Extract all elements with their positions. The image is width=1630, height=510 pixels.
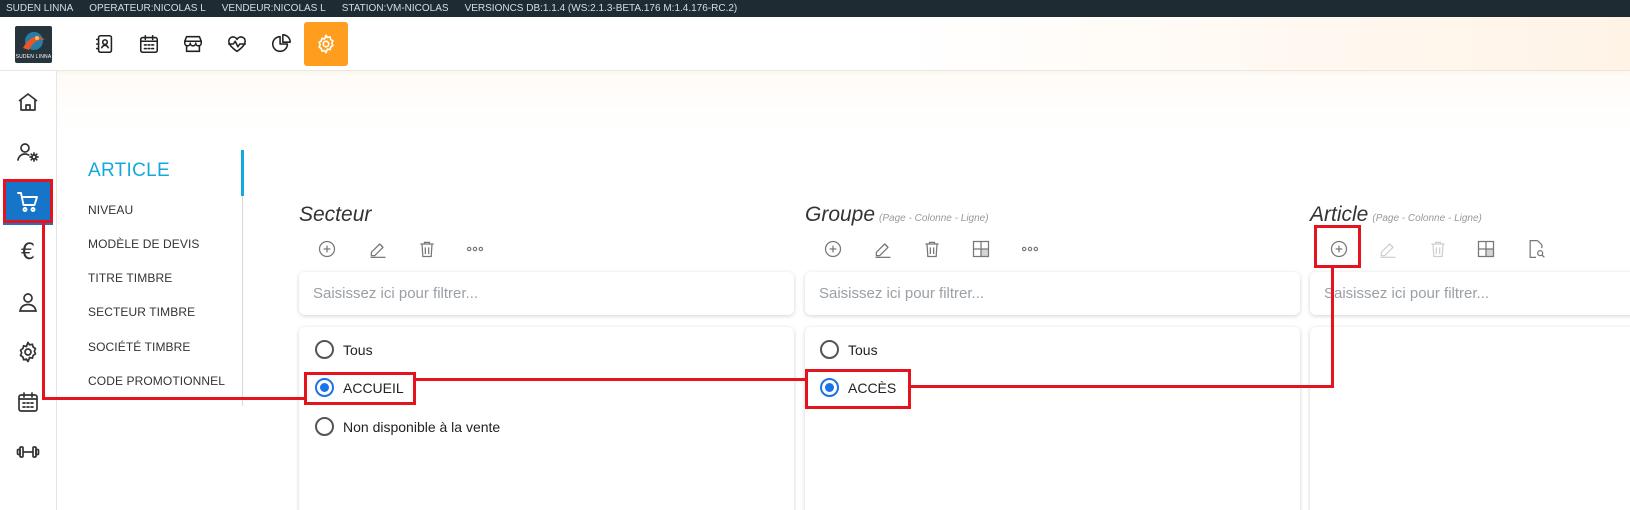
radio-button-checked[interactable] bbox=[315, 378, 334, 397]
groupe-subtitle: (Page - Colonne - Ligne) bbox=[879, 213, 989, 224]
secteur-edit-icon[interactable] bbox=[366, 237, 390, 261]
groupe-filter-placeholder: Saisissez ici pour filtrer... bbox=[819, 285, 985, 302]
status-versions: VERSIONCS DB:1.1.4 (WS:2.1.3-BETA.176 M:… bbox=[464, 3, 738, 14]
status-bar: SUDEN LINNA OPERATEUR:NICOLAS L VENDEUR:… bbox=[0, 0, 1630, 17]
article-filter-placeholder: Saisissez ici pour filtrer... bbox=[1324, 285, 1490, 302]
option-label: Tous bbox=[343, 341, 373, 358]
secteur-more-icon[interactable] bbox=[463, 237, 487, 261]
store-icon[interactable] bbox=[171, 22, 215, 66]
groupe-filter-input[interactable]: Saisissez ici pour filtrer... bbox=[805, 272, 1300, 315]
sidebar: € bbox=[0, 71, 57, 510]
cart-icon[interactable] bbox=[3, 179, 53, 225]
groupe-option-tous[interactable]: Tous bbox=[820, 340, 878, 359]
secteur-option-non-disponible[interactable]: Non disponible à la vente bbox=[315, 417, 500, 436]
article-title: Article bbox=[1310, 203, 1369, 226]
article-delete-icon[interactable] bbox=[1426, 237, 1450, 261]
status-seller: VENDEUR:NICOLAS L bbox=[221, 3, 326, 14]
submenu-item-titre-timbre[interactable]: TITRE TIMBRE bbox=[88, 271, 172, 285]
logo-text: SUDEN LINNA bbox=[15, 54, 52, 60]
user-icon[interactable] bbox=[3, 279, 53, 325]
option-label: Tous bbox=[848, 341, 878, 358]
article-layout-icon[interactable] bbox=[1474, 237, 1498, 261]
groupe-delete-icon[interactable] bbox=[920, 237, 944, 261]
article-list bbox=[1310, 327, 1630, 510]
groupe-title: Groupe bbox=[805, 203, 876, 226]
user-settings-icon[interactable] bbox=[3, 129, 53, 175]
secteur-add-icon[interactable] bbox=[315, 237, 339, 261]
article-filter-input[interactable]: Saisissez ici pour filtrer... bbox=[1310, 272, 1630, 315]
radio-button-checked[interactable] bbox=[820, 378, 839, 397]
euro-icon[interactable]: € bbox=[3, 229, 53, 275]
status-site: SUDEN LINNA bbox=[6, 3, 74, 14]
secteur-panel-title: Secteur bbox=[299, 203, 371, 227]
submenu-item-modele-de-devis[interactable]: MODÈLE DE DEVIS bbox=[88, 237, 200, 251]
groupe-list bbox=[805, 327, 1300, 510]
secteur-filter-placeholder: Saisissez ici pour filtrer... bbox=[313, 285, 479, 302]
submenu-item-societe-timbre[interactable]: SOCIÉTÉ TIMBRE bbox=[88, 340, 191, 354]
secteur-option-accueil[interactable]: ACCUEIL bbox=[315, 378, 404, 397]
contacts-book-icon[interactable] bbox=[83, 22, 127, 66]
top-toolbar: SUDEN LINNA bbox=[0, 17, 1630, 71]
submenu-title[interactable]: ARTICLE bbox=[88, 160, 170, 182]
submenu-item-secteur-timbre[interactable]: SECTEUR TIMBRE bbox=[88, 305, 195, 319]
pie-chart-icon[interactable] bbox=[259, 22, 303, 66]
status-operator: OPERATEUR:NICOLAS L bbox=[89, 3, 206, 14]
calendar-icon[interactable] bbox=[127, 22, 171, 66]
annotation-connector bbox=[42, 397, 304, 400]
euro-glyph: € bbox=[21, 239, 35, 265]
article-panel-title: Article (Page - Colonne - Ligne) bbox=[1310, 203, 1482, 227]
option-label: Non disponible à la vente bbox=[343, 418, 501, 435]
home-icon[interactable] bbox=[3, 79, 53, 125]
app-logo[interactable]: SUDEN LINNA bbox=[15, 26, 52, 63]
groupe-option-acces[interactable]: ACCÈS bbox=[820, 378, 896, 397]
option-label: ACCÈS bbox=[848, 379, 897, 396]
groupe-add-icon[interactable] bbox=[821, 237, 845, 261]
article-add-icon[interactable] bbox=[1327, 237, 1351, 261]
page-header-glow bbox=[57, 71, 1630, 131]
radio-button[interactable] bbox=[315, 340, 334, 359]
secteur-option-tous[interactable]: Tous bbox=[315, 340, 373, 359]
article-edit-icon[interactable] bbox=[1376, 237, 1400, 261]
secteur-filter-input[interactable]: Saisissez ici pour filtrer... bbox=[299, 272, 794, 315]
submenu-active-indicator bbox=[241, 150, 244, 196]
heart-pulse-icon[interactable] bbox=[215, 22, 259, 66]
groupe-edit-icon[interactable] bbox=[871, 237, 895, 261]
article-search-document-icon[interactable] bbox=[1524, 237, 1548, 261]
radio-button[interactable] bbox=[315, 417, 334, 436]
status-station: STATION:VM-NICOLAS bbox=[341, 3, 449, 14]
submenu-item-niveau[interactable]: NIVEAU bbox=[88, 203, 133, 217]
groupe-panel-title: Groupe (Page - Colonne - Ligne) bbox=[805, 203, 989, 227]
gear-icon[interactable] bbox=[304, 22, 348, 66]
calendar-icon[interactable] bbox=[3, 379, 53, 425]
groupe-layout-icon[interactable] bbox=[969, 237, 993, 261]
option-label: ACCUEIL bbox=[343, 379, 404, 396]
article-subtitle: (Page - Colonne - Ligne) bbox=[1372, 213, 1482, 224]
secteur-delete-icon[interactable] bbox=[415, 237, 439, 261]
submenu-item-code-promotionnel[interactable]: CODE PROMOTIONNEL bbox=[88, 374, 225, 388]
dumbbell-icon[interactable] bbox=[3, 429, 53, 475]
groupe-more-icon[interactable] bbox=[1018, 237, 1042, 261]
secteur-title: Secteur bbox=[299, 203, 372, 226]
radio-button[interactable] bbox=[820, 340, 839, 359]
gear-icon[interactable] bbox=[3, 329, 53, 375]
